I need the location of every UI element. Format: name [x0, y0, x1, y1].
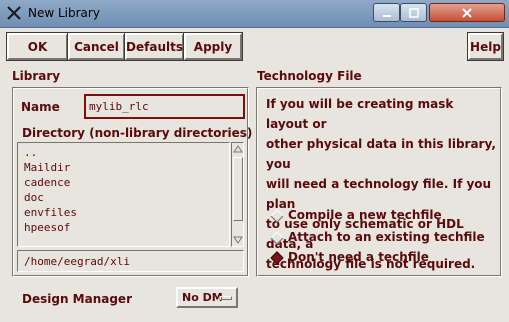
ok-button[interactable]: OK — [7, 33, 68, 60]
description-line: other physical data in this library, you — [266, 137, 496, 171]
help-button[interactable]: Help — [468, 33, 503, 60]
library-name-input[interactable]: mylib_rlc — [84, 94, 245, 119]
option-menu-indicator-icon — [220, 296, 232, 300]
radio-label-attach[interactable]: Attach to an existing techfile — [288, 230, 485, 244]
list-item[interactable]: Maildir — [24, 161, 70, 174]
name-label: Name — [21, 100, 60, 114]
radio-label-dont-need[interactable]: Don't need a techfile — [288, 250, 429, 264]
minimize-button[interactable] — [373, 3, 400, 22]
directory-scrollbar[interactable] — [231, 142, 244, 247]
design-manager-label: Design Manager — [22, 292, 132, 306]
radio-compile-techfile[interactable] — [270, 209, 284, 223]
directory-list[interactable]: .. Maildir cadence doc envfiles hpeesof — [17, 142, 230, 247]
list-item[interactable]: .. — [24, 146, 37, 159]
title-bar: New Library — [0, 0, 509, 28]
list-item[interactable]: envfiles — [24, 206, 77, 219]
design-manager-select[interactable]: No DM — [176, 287, 238, 308]
scroll-thumb[interactable] — [233, 157, 243, 221]
scroll-down-icon[interactable] — [233, 235, 243, 245]
library-section-label: Library — [12, 69, 61, 83]
scroll-up-icon[interactable] — [233, 144, 243, 154]
radio-attach-techfile[interactable] — [270, 231, 284, 245]
description-line: If you will be creating mask layout or — [266, 97, 454, 131]
cancel-button[interactable]: Cancel — [68, 33, 125, 60]
technology-section-label: Technology File — [257, 69, 362, 83]
radio-no-techfile[interactable] — [270, 251, 284, 265]
design-manager-value: No DM — [182, 291, 223, 304]
list-item[interactable]: hpeesof — [24, 221, 70, 234]
defaults-button[interactable]: Defaults — [125, 33, 184, 60]
close-icon — [462, 7, 472, 18]
radio-label-compile[interactable]: Compile a new techfile — [288, 208, 442, 222]
maximize-icon — [408, 7, 419, 18]
apply-button[interactable]: Apply — [184, 33, 242, 60]
list-item[interactable]: doc — [24, 191, 44, 204]
button-row: OK Cancel Defaults Apply Help — [5, 33, 504, 60]
directory-path-input[interactable]: /home/eegrad/xli — [17, 250, 244, 272]
close-button[interactable] — [429, 3, 505, 22]
x-app-icon — [7, 6, 21, 20]
maximize-button[interactable] — [400, 3, 427, 22]
directory-label: Directory (non-library directories) — [22, 126, 253, 140]
technology-description: If you will be creating mask layout or o… — [266, 94, 498, 274]
window-title: New Library — [28, 6, 100, 20]
list-item[interactable]: cadence — [24, 176, 70, 189]
minimize-icon — [382, 14, 391, 17]
